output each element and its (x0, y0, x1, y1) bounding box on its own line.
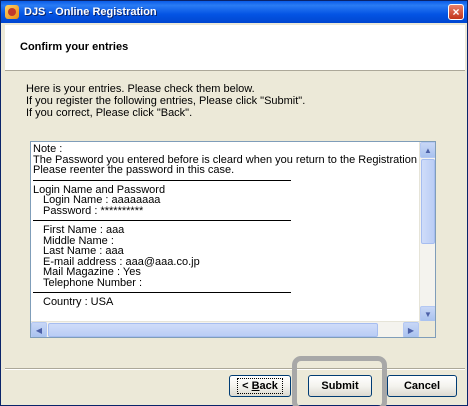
vertical-scroll-thumb[interactable] (421, 159, 435, 244)
separator (33, 220, 291, 221)
arrow-down-icon: ▼ (424, 309, 432, 319)
scroll-left-button[interactable]: ◀ (31, 322, 47, 337)
arrow-up-icon: ▲ (424, 145, 432, 155)
submit-button[interactable]: Submit (308, 375, 372, 397)
arrow-right-icon: ▶ (407, 325, 415, 335)
separator (33, 179, 291, 181)
back-button-prefix: < (242, 380, 252, 392)
title-bar[interactable]: DJS - Online Registration × (1, 1, 467, 23)
horizontal-scrollbar[interactable]: ◀ ▶ (31, 321, 419, 337)
telephone-value: Telephone Number : (43, 276, 143, 289)
instruction-line: If you correct, Please click "Back". (26, 107, 193, 119)
header-panel: Confirm your entries (5, 25, 465, 71)
vertical-scrollbar[interactable]: ▲ ▼ (419, 142, 435, 322)
back-button[interactable]: < Back (229, 375, 291, 397)
cancel-button[interactable]: Cancel (387, 375, 457, 397)
back-button-label: ack (259, 380, 278, 392)
password-value: Password : ********** (43, 204, 144, 217)
instruction-line: Here is your entries. Please check them … (26, 83, 255, 95)
instructions: Here is your entries. Please check them … (26, 83, 305, 119)
window-title: DJS - Online Registration (24, 6, 157, 18)
close-button[interactable]: × (448, 4, 464, 20)
page-title: Confirm your entries (20, 41, 129, 53)
mail-magazine-value: Mail Magazine : Yes (43, 266, 141, 278)
first-name-value: First Name : aaa (43, 224, 125, 236)
separator (33, 292, 291, 293)
scroll-down-button[interactable]: ▼ (420, 306, 435, 322)
back-button-accelerator: B (251, 380, 260, 392)
note-line: Please reenter the password in this case… (33, 164, 235, 176)
entries-content: Note : The Password you entered before i… (33, 144, 418, 320)
close-icon: × (452, 5, 460, 19)
scroll-right-button[interactable]: ▶ (403, 322, 419, 337)
scroll-up-button[interactable]: ▲ (420, 142, 435, 158)
note-title: Note : (33, 144, 63, 155)
login-name-value: Login Name : aaaaaaaa (43, 194, 161, 206)
country-value: Country : USA (43, 296, 114, 308)
scrollbar-corner (419, 321, 435, 337)
horizontal-scroll-thumb[interactable] (48, 323, 378, 337)
instruction-line: If you register the following entries, P… (26, 95, 306, 107)
registration-window: DJS - Online Registration × Confirm your… (0, 0, 468, 406)
app-icon (5, 5, 19, 19)
divider (5, 368, 465, 369)
arrow-left-icon: ◀ (35, 325, 43, 335)
last-name-value: Last Name : aaa (43, 245, 124, 257)
entries-text-area[interactable]: Note : The Password you entered before i… (30, 141, 436, 338)
back-button-focus: < Back (237, 378, 283, 394)
